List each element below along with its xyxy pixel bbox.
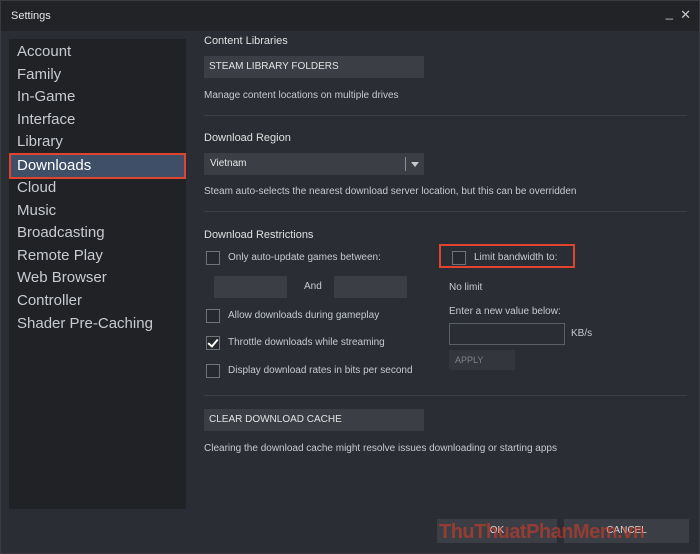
sidebar-item-interface[interactable]: Interface: [9, 109, 186, 131]
no-limit-text: No limit: [449, 282, 483, 293]
auto-update-start-time[interactable]: [214, 276, 287, 298]
auto-update-end-time[interactable]: [334, 276, 407, 298]
dropdown-separator: [405, 157, 406, 171]
settings-window: Settings _ ✕ Account Family In-Game Inte…: [0, 0, 700, 554]
section-divider: [204, 115, 687, 116]
download-restrictions-title: Download Restrictions: [204, 229, 314, 241]
bandwidth-value-input[interactable]: [449, 323, 565, 345]
section-divider: [204, 211, 687, 212]
content-libraries-title: Content Libraries: [204, 35, 288, 47]
throttle-checkbox[interactable]: [206, 336, 220, 350]
title-bar: Settings _ ✕: [1, 1, 699, 31]
download-region-title: Download Region: [204, 132, 291, 144]
sidebar-item-music[interactable]: Music: [9, 200, 186, 222]
clear-download-cache-button[interactable]: CLEAR DOWNLOAD CACHE: [204, 409, 424, 431]
sidebar-item-library[interactable]: Library: [9, 131, 186, 153]
sidebar-item-cloud[interactable]: Cloud: [9, 177, 186, 199]
enter-value-label: Enter a new value below:: [449, 306, 561, 317]
apply-button[interactable]: APPLY: [449, 350, 515, 370]
clear-cache-desc: Clearing the download cache might resolv…: [204, 443, 557, 454]
allow-gameplay-checkbox[interactable]: [206, 309, 220, 323]
and-label: And: [304, 281, 322, 292]
chevron-down-icon: [411, 162, 419, 167]
sidebar-item-web-browser[interactable]: Web Browser: [9, 267, 186, 289]
sidebar-item-account[interactable]: Account: [9, 41, 186, 63]
allow-gameplay-label: Allow downloads during gameplay: [228, 310, 380, 321]
sidebar-item-downloads[interactable]: Downloads: [9, 153, 186, 179]
throttle-label: Throttle downloads while streaming: [228, 337, 385, 348]
close-icon[interactable]: ✕: [680, 7, 691, 23]
limit-bandwidth-checkbox[interactable]: [452, 251, 466, 265]
watermark-logo: ThuThuatPhanMem.vn: [439, 521, 645, 543]
steam-library-folders-button[interactable]: STEAM LIBRARY FOLDERS: [204, 56, 424, 78]
sidebar-item-broadcasting[interactable]: Broadcasting: [9, 222, 186, 244]
auto-update-label: Only auto-update games between:: [228, 252, 381, 263]
content-libraries-desc: Manage content locations on multiple dri…: [204, 90, 399, 101]
download-region-desc: Steam auto-selects the nearest download …: [204, 186, 577, 197]
window-title: Settings: [11, 10, 51, 22]
sidebar-item-family[interactable]: Family: [9, 64, 186, 86]
download-region-value: Vietnam: [210, 158, 247, 169]
sidebar-item-controller[interactable]: Controller: [9, 290, 186, 312]
minimize-icon[interactable]: _: [666, 5, 673, 20]
kbs-unit-label: KB/s: [571, 328, 593, 339]
bits-checkbox[interactable]: [206, 364, 220, 378]
bits-label: Display download rates in bits per secon…: [228, 365, 413, 376]
settings-sidebar: Account Family In-Game Interface Library…: [9, 33, 186, 509]
sidebar-item-shader-pre-caching[interactable]: Shader Pre-Caching: [9, 313, 186, 335]
sidebar-item-in-game[interactable]: In-Game: [9, 86, 186, 108]
section-divider: [204, 395, 687, 396]
auto-update-checkbox[interactable]: [206, 251, 220, 265]
limit-bandwidth-label: Limit bandwidth to:: [474, 252, 558, 263]
sidebar-item-remote-play[interactable]: Remote Play: [9, 245, 186, 267]
download-region-dropdown[interactable]: Vietnam: [204, 153, 424, 175]
downloads-panel: Content Libraries STEAM LIBRARY FOLDERS …: [191, 31, 699, 553]
